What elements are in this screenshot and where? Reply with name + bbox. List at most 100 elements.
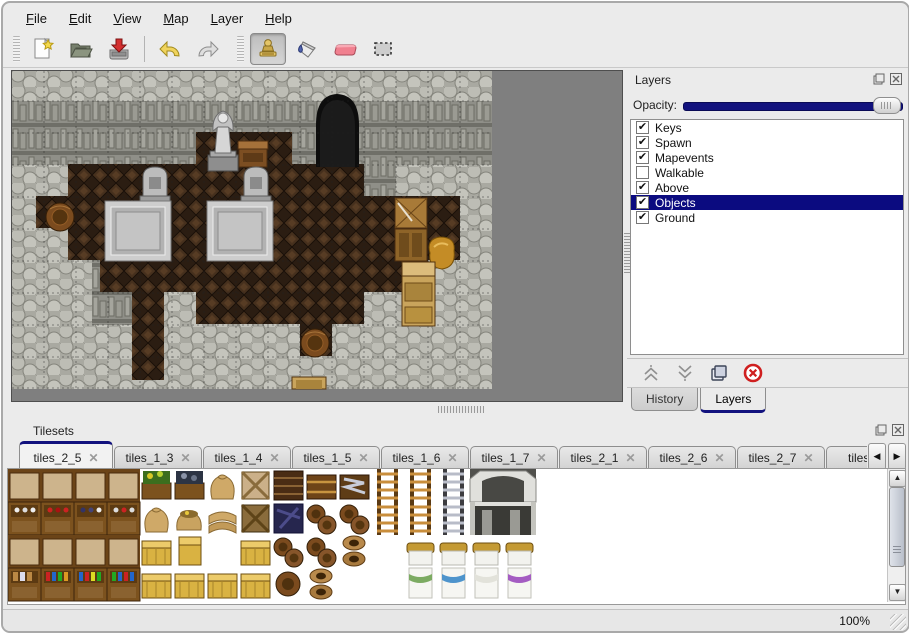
- tab-close-icon[interactable]: ✕: [447, 451, 457, 465]
- layers-panel: Layers Opacity: ✔Keys ✔Spawn ✔Mapevents …: [627, 70, 906, 418]
- layer-name: Mapevents: [655, 151, 714, 165]
- tileset-tab-tiles_1_7[interactable]: tiles_1_7✕: [470, 446, 558, 469]
- tileset-tab-tiles_1_3[interactable]: tiles_1_3✕: [114, 446, 202, 469]
- layer-checkbox[interactable]: ✔: [636, 181, 649, 194]
- tab-close-icon[interactable]: ✕: [536, 451, 546, 465]
- opacity-slider-handle[interactable]: [873, 97, 901, 114]
- small-crate: [292, 377, 326, 389]
- horizontal-splitter[interactable]: [11, 402, 621, 416]
- tab-history[interactable]: History: [631, 388, 698, 411]
- tileset-tab-tiles_2_5[interactable]: tiles_2_5✕: [19, 441, 113, 469]
- toolbar-separator: [144, 36, 145, 62]
- tab-close-icon[interactable]: ✕: [625, 451, 635, 465]
- undo-icon: [157, 36, 183, 62]
- tileset-tab-clipped[interactable]: tiles_: [826, 446, 867, 469]
- layer-checkbox[interactable]: ✔: [636, 211, 649, 224]
- menu-map[interactable]: Map: [152, 7, 199, 30]
- lower-layer-button[interactable]: [673, 362, 697, 384]
- redo-icon: [195, 36, 221, 62]
- menu-layer[interactable]: Layer: [200, 7, 255, 30]
- layer-name: Keys: [655, 121, 682, 135]
- fill-tool-button[interactable]: [290, 34, 324, 64]
- tab-close-icon[interactable]: ✕: [803, 451, 813, 465]
- layer-checkbox[interactable]: [636, 166, 649, 179]
- wooden-shelf: [402, 262, 435, 326]
- layer-row-mapevents[interactable]: ✔ Mapevents: [631, 150, 903, 165]
- map-canvas[interactable]: [11, 70, 623, 402]
- layer-checkbox[interactable]: ✔: [636, 196, 649, 209]
- menu-file[interactable]: File: [15, 7, 58, 30]
- select-tool-button[interactable]: [366, 34, 400, 64]
- toolbar: [3, 31, 909, 68]
- layer-checkbox[interactable]: ✔: [636, 121, 649, 134]
- tileset-tab-tiles_1_6[interactable]: tiles_1_6✕: [381, 446, 469, 469]
- float-panel-button[interactable]: [872, 72, 885, 85]
- layer-name: Above: [655, 181, 689, 195]
- scroll-up-button[interactable]: ▲: [889, 470, 906, 487]
- menubar: File Edit View Map Layer Help: [3, 5, 909, 31]
- stamp-tool-button[interactable]: [250, 33, 286, 65]
- splitter-grip[interactable]: [438, 406, 484, 413]
- tab-close-icon[interactable]: ✕: [180, 451, 190, 465]
- close-panel-button[interactable]: [889, 72, 902, 85]
- menu-view[interactable]: View: [102, 7, 152, 30]
- scroll-down-button[interactable]: ▼: [889, 584, 906, 601]
- toolbar-drag-handle-2[interactable]: [237, 36, 244, 62]
- layer-row-keys[interactable]: ✔ Keys: [631, 120, 903, 135]
- tab-close-icon[interactable]: ✕: [269, 451, 279, 465]
- map-render: [12, 71, 622, 401]
- layer-list: ✔Keys ✔Spawn ✔Mapevents Walkable ✔Above …: [630, 119, 904, 355]
- tileset-tab-tiles_2_6[interactable]: tiles_2_6✕: [648, 446, 736, 469]
- layer-row-above[interactable]: ✔ Above: [631, 180, 903, 195]
- float-panel-button[interactable]: [874, 423, 887, 436]
- tab-close-icon[interactable]: ✕: [358, 451, 368, 465]
- layer-row-walkable[interactable]: Walkable: [631, 165, 903, 180]
- zoom-level: 100%: [839, 614, 870, 628]
- undo-button[interactable]: [153, 34, 187, 64]
- close-panel-button[interactable]: [891, 423, 904, 436]
- tileset-tab-tiles_2_7[interactable]: tiles_2_7✕: [737, 446, 825, 469]
- new-document-icon: [30, 36, 56, 62]
- save-button[interactable]: [102, 34, 136, 64]
- tileset-tab-tiles_2_1[interactable]: tiles_2_1✕: [559, 446, 647, 469]
- fill-bucket-icon: [294, 36, 320, 62]
- layer-checkbox[interactable]: ✔: [636, 151, 649, 164]
- tileset-scrollbar[interactable]: ▲ ▼: [887, 469, 905, 602]
- delete-layer-button[interactable]: [741, 362, 765, 384]
- scrollbar-thumb[interactable]: [889, 487, 905, 567]
- tileset-tab-tiles_1_5[interactable]: tiles_1_5✕: [292, 446, 380, 469]
- open-folder-icon: [68, 36, 94, 62]
- new-map-button[interactable]: [26, 34, 60, 64]
- menu-help[interactable]: Help: [254, 7, 303, 30]
- menu-edit[interactable]: Edit: [58, 7, 102, 30]
- tilesets-panel-title: Tilesets: [33, 424, 74, 438]
- layer-checkbox[interactable]: ✔: [636, 136, 649, 149]
- tab-close-icon[interactable]: ✕: [88, 451, 98, 465]
- tileset-canvas[interactable]: ▲ ▼: [7, 468, 906, 605]
- tab-scroll-left-button[interactable]: ◀: [868, 443, 886, 470]
- resize-grip[interactable]: [890, 614, 906, 630]
- tileset-tab-tiles_1_4[interactable]: tiles_1_4✕: [203, 446, 291, 469]
- opacity-slider[interactable]: [683, 96, 901, 114]
- raise-layer-button[interactable]: [639, 362, 663, 384]
- tab-layers[interactable]: Layers: [700, 388, 766, 413]
- open-button[interactable]: [64, 34, 98, 64]
- layer-row-spawn[interactable]: ✔Spawn: [631, 135, 903, 150]
- app-window: File Edit View Map Layer Help: [1, 1, 909, 633]
- layer-name: Objects: [655, 196, 696, 210]
- opacity-slider-track[interactable]: [683, 102, 903, 111]
- tab-close-icon[interactable]: ✕: [714, 451, 724, 465]
- status-bar: 100%: [3, 609, 908, 632]
- layer-row-objects[interactable]: ✔ Objects: [631, 195, 903, 210]
- layers-panel-title: Layers: [635, 73, 671, 87]
- toolbar-drag-handle[interactable]: [13, 36, 20, 62]
- tileset-tab-bar: tiles_2_5✕ tiles_1_3✕ tiles_1_4✕ tiles_1…: [7, 441, 867, 469]
- eraser-icon: [331, 36, 359, 62]
- redo-button[interactable]: [191, 34, 225, 64]
- duplicate-layer-button[interactable]: [707, 362, 731, 384]
- eraser-tool-button[interactable]: [328, 34, 362, 64]
- layer-row-ground[interactable]: ✔Ground: [631, 210, 903, 225]
- tilesets-panel-header: Tilesets: [7, 421, 908, 441]
- tileset-render: [8, 469, 886, 602]
- tab-scroll-right-button[interactable]: ▶: [888, 443, 906, 470]
